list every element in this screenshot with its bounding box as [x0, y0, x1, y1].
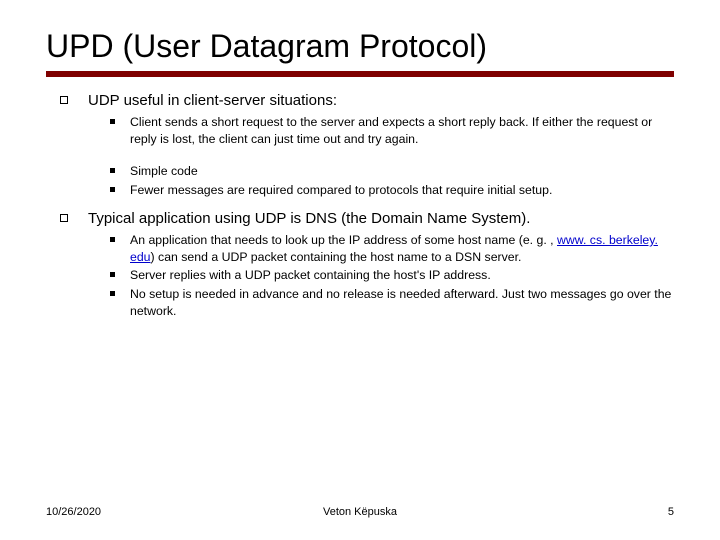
section-1-heading: UDP useful in client-server situations:: [88, 92, 337, 109]
list-item: Fewer messages are required compared to …: [88, 182, 674, 199]
spacer: [88, 149, 674, 159]
footer-page: 5: [668, 506, 674, 518]
section-1-items-b: Simple code Fewer messages are required …: [88, 163, 674, 198]
list-item: An application that needs to look up the…: [88, 232, 674, 265]
list-item: Server replies with a UDP packet contain…: [88, 267, 674, 284]
list-item: Simple code: [88, 163, 674, 180]
section-2-heading: Typical application using UDP is DNS (th…: [88, 210, 530, 227]
footer-date: 10/26/2020: [46, 506, 101, 518]
list-item: No setup is needed in advance and no rel…: [88, 286, 674, 319]
text-post: ) can send a UDP packet containing the h…: [151, 250, 522, 264]
footer-author: Veton Këpuska: [46, 506, 674, 518]
text-pre: An application that needs to look up the…: [130, 233, 557, 247]
section-2: Typical application using UDP is DNS (th…: [46, 209, 674, 319]
footer: 10/26/2020 Veton Këpuska 5: [46, 506, 674, 518]
slide-title: UPD (User Datagram Protocol): [46, 28, 674, 65]
section-1-items: Client sends a short request to the serv…: [88, 114, 674, 147]
section-2-items: An application that needs to look up the…: [88, 232, 674, 319]
section-1: UDP useful in client-server situations: …: [46, 91, 674, 199]
list-item: Client sends a short request to the serv…: [88, 114, 674, 147]
outline-list: UDP useful in client-server situations: …: [46, 91, 674, 319]
slide: UPD (User Datagram Protocol) UDP useful …: [0, 0, 720, 540]
title-underline: [46, 71, 674, 77]
